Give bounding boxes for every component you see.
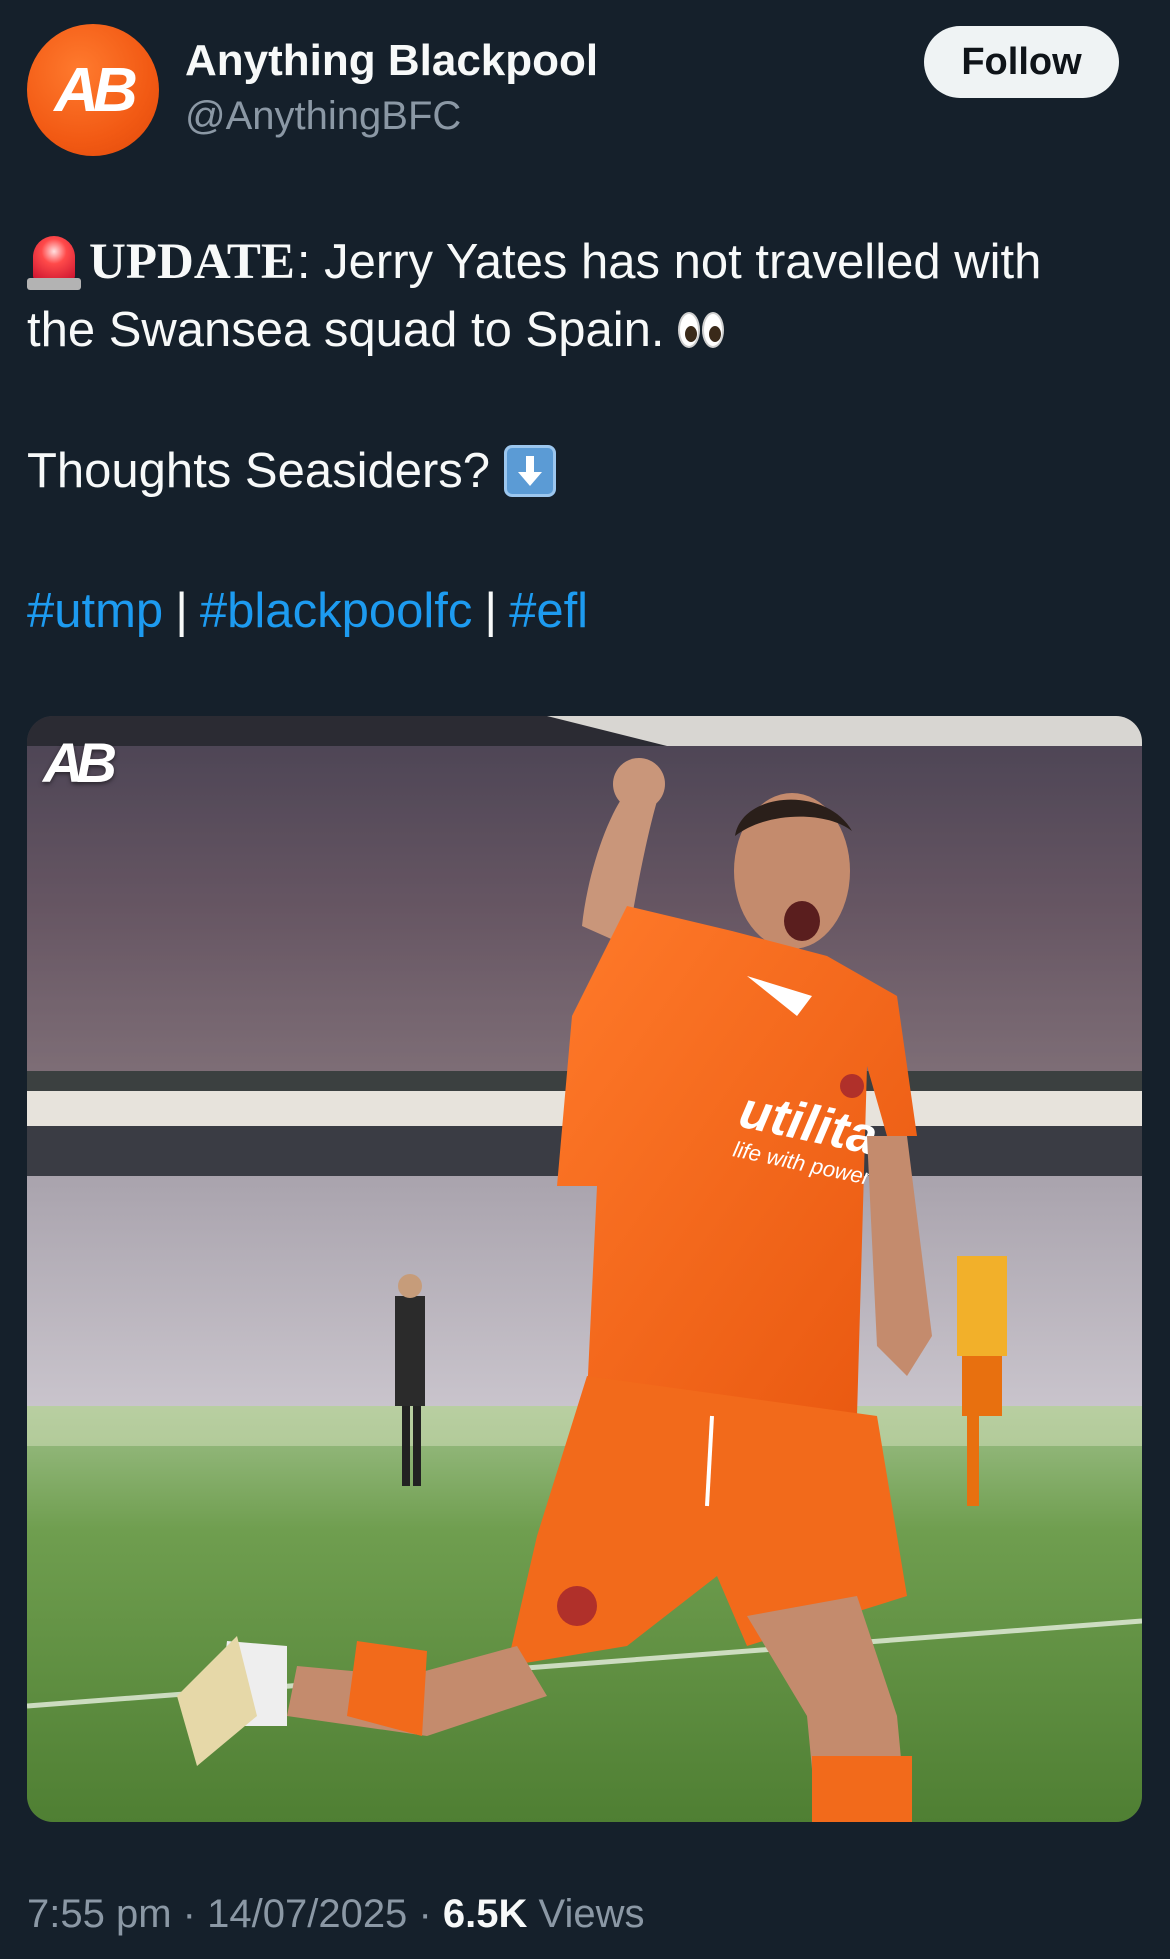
post-image[interactable]: utilita life with power AB xyxy=(27,716,1142,1822)
author-handle[interactable]: @AnythingBFC xyxy=(185,94,461,139)
post-date[interactable]: 14/07/2025 xyxy=(207,1892,407,1936)
hashtag-separator: | xyxy=(484,584,498,638)
hashtag-efl[interactable]: #efl xyxy=(509,583,588,639)
post-text-line-2-text: the Swansea squad to Spain. xyxy=(27,303,665,357)
avatar[interactable]: AB xyxy=(27,24,159,156)
post-text-line-1-rest: : Jerry Yates has not travelled with xyxy=(296,235,1042,289)
author-name[interactable]: Anything Blackpool xyxy=(185,36,598,86)
views-count: 6.5K xyxy=(442,1892,528,1936)
post-text-line-2: the Swansea squad to Spain. xyxy=(27,302,725,358)
tweet: AB Anything Blackpool @AnythingBFC Follo… xyxy=(0,0,1170,1959)
update-label: UPDATE xyxy=(89,234,295,290)
views-label: Views xyxy=(538,1892,645,1936)
siren-icon xyxy=(27,232,81,292)
hashtags: #utmp | #blackpoolfc | #efl xyxy=(27,583,588,639)
watermark-logo: AB xyxy=(43,731,117,794)
follow-button[interactable]: Follow xyxy=(924,26,1119,98)
post-text-line-3-text: Thoughts Seasiders? xyxy=(27,444,491,498)
hashtag-blackpoolfc[interactable]: #blackpoolfc xyxy=(200,583,472,639)
post-text-line-1: UPDATE : Jerry Yates has not travelled w… xyxy=(27,232,1041,292)
meta-dot: · xyxy=(182,1892,196,1936)
post-meta: 7:55 pm · 14/07/2025 · 6.5K Views xyxy=(27,1892,645,1937)
hashtag-utmp[interactable]: #utmp xyxy=(27,583,163,639)
post-time[interactable]: 7:55 pm xyxy=(27,1892,172,1936)
photo-illustration: utilita life with power xyxy=(27,716,1142,1822)
eyes-emoji-icon xyxy=(678,312,725,348)
avatar-logo-text: AB xyxy=(54,55,138,125)
hashtag-separator: | xyxy=(175,584,188,638)
down-arrow-emoji-icon xyxy=(504,445,557,497)
meta-dot: · xyxy=(418,1892,432,1936)
post-text-line-3: Thoughts Seasiders? xyxy=(27,443,557,499)
